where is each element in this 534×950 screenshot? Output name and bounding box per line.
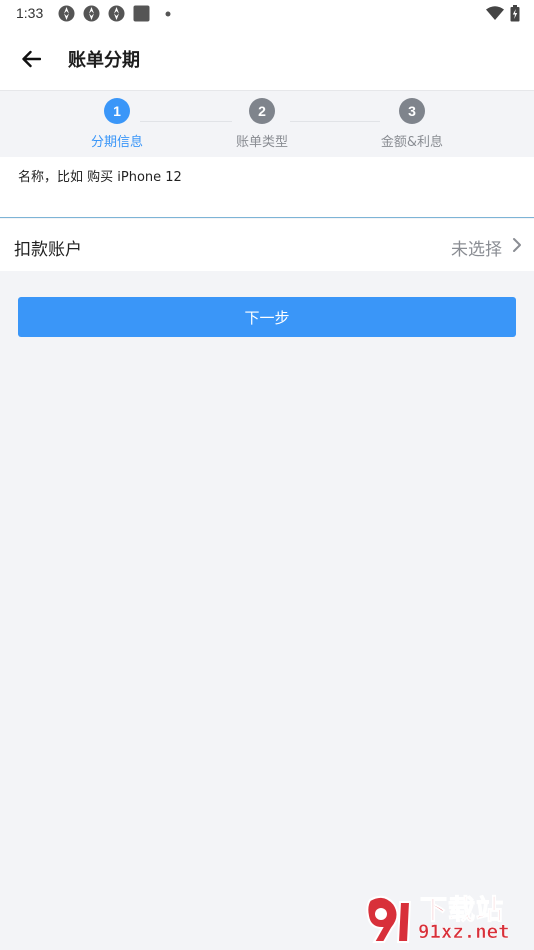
name-input[interactable] xyxy=(18,167,518,187)
step-number-1: 1 xyxy=(104,98,130,124)
status-bar: 1:33 xyxy=(0,0,534,28)
step-connector-2 xyxy=(290,121,380,122)
status-time: 1:33 xyxy=(16,5,44,21)
chevron-right-icon xyxy=(513,238,521,252)
payment-account-label: 扣款账户 xyxy=(14,240,82,260)
watermark-text-en: 91xz.net xyxy=(418,921,510,944)
back-button[interactable] xyxy=(16,44,46,74)
stepper: 1 分期信息 2 账单类型 3 金额&利息 xyxy=(0,91,534,157)
step-number-2: 2 xyxy=(249,98,275,124)
app-notification-icon xyxy=(108,5,125,22)
step-bill-type: 2 账单类型 xyxy=(217,98,307,150)
wifi-icon xyxy=(486,6,504,20)
app-notification-icon xyxy=(58,5,75,22)
step-label-3: 金额&利息 xyxy=(380,135,444,150)
app-bar: 账单分期 xyxy=(0,28,534,91)
step-amount-interest: 3 金额&利息 xyxy=(367,98,457,150)
step-installment-info: 1 分期信息 xyxy=(72,98,162,150)
system-icons xyxy=(486,5,520,22)
square-notification-icon xyxy=(133,5,150,22)
site-watermark: 下载站 91xz.net xyxy=(362,888,532,948)
step-label-1: 分期信息 xyxy=(90,135,143,150)
watermark-logo-icon xyxy=(366,895,412,943)
step-label-2: 账单类型 xyxy=(235,135,288,150)
name-field-container xyxy=(0,157,534,218)
notification-icons xyxy=(58,5,172,22)
next-step-button[interactable]: 下一步 xyxy=(18,297,516,337)
payment-account-row[interactable]: 扣款账户 未选择 xyxy=(0,219,534,271)
step-connector-1 xyxy=(140,121,232,122)
payment-account-value: 未选择 xyxy=(451,240,502,260)
arrow-left-icon xyxy=(22,50,41,68)
app-notification-icon xyxy=(83,5,100,22)
page-title: 账单分期 xyxy=(68,50,140,71)
step-number-3: 3 xyxy=(399,98,425,124)
dot-icon xyxy=(165,11,171,16)
battery-charging-icon xyxy=(510,5,520,22)
